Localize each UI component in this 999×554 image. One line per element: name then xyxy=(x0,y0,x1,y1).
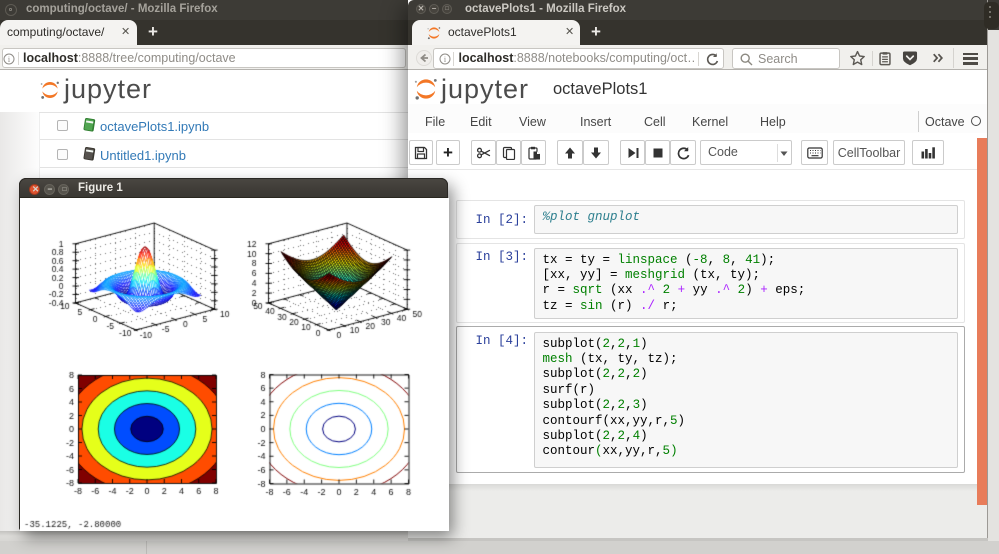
svg-text:i: i xyxy=(443,55,446,64)
svg-text:i: i xyxy=(8,55,11,64)
